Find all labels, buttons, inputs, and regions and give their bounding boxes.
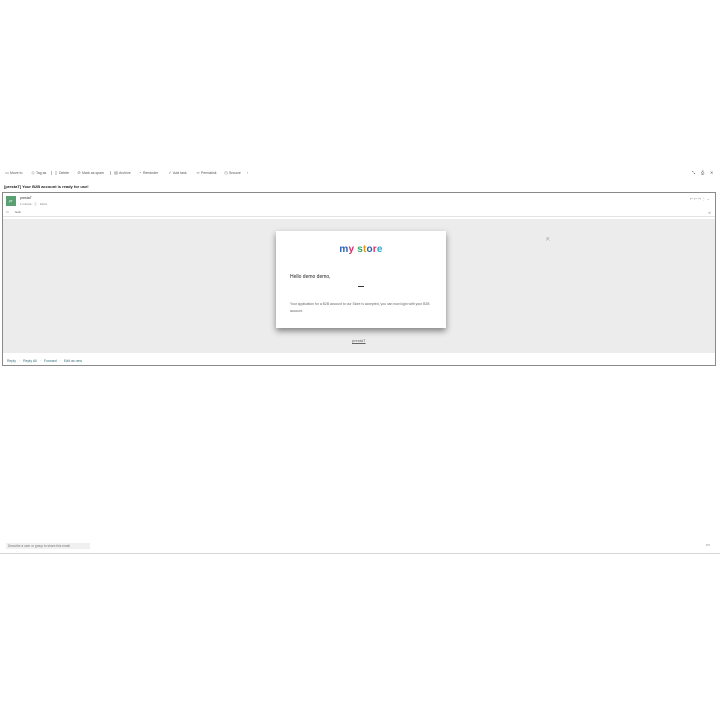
logo-letter: e bbox=[376, 244, 383, 255]
close-icon[interactable]: ✕ bbox=[710, 170, 713, 176]
separator-line bbox=[358, 286, 364, 287]
mark-as-spam-button[interactable]: ⊘Mark as spam bbox=[77, 170, 104, 176]
toolbar-divider bbox=[110, 171, 111, 175]
collapse-icon[interactable]: ⤡ bbox=[692, 170, 695, 176]
mouse-cursor-icon: ⇱ bbox=[546, 237, 551, 243]
store-logo: my store bbox=[276, 244, 446, 255]
reply-all-link[interactable]: Reply All bbox=[23, 359, 37, 363]
header-actions: ↩↩↪⋮⌄ bbox=[690, 197, 711, 201]
greeting-text: Hello demo demo, bbox=[290, 274, 331, 280]
logo-letter: m bbox=[339, 244, 349, 255]
recipient-row: ▭ hello bbox=[6, 210, 21, 214]
email-subject: [prestaT] Your B2B account is ready for … bbox=[4, 184, 89, 189]
edit-as-new-link[interactable]: Edit as new bbox=[64, 359, 82, 363]
clock-icon: ◷ bbox=[224, 170, 228, 175]
permalink-label: Permalink bbox=[201, 171, 217, 175]
reply-actions: Reply · Reply All · Forward · Edit as new bbox=[7, 359, 82, 363]
delete-label: Delete bbox=[59, 171, 70, 175]
footer-store-link[interactable]: prestaT bbox=[352, 338, 366, 343]
share-icon[interactable]: ⋖ bbox=[708, 210, 711, 215]
action-separator: · bbox=[39, 359, 41, 363]
tag-as-label: Tag as bbox=[36, 171, 47, 175]
move-to-label: Move to bbox=[10, 171, 23, 175]
spam-icon: ⊘ bbox=[77, 170, 81, 175]
email-body: my store Hello demo demo, Your applicati… bbox=[3, 219, 715, 353]
move-to-button[interactable]: ▭Move to bbox=[5, 170, 22, 176]
add-task-label: Add task bbox=[173, 171, 187, 175]
archive-label: Archive bbox=[119, 171, 131, 175]
forward-link[interactable]: Forward bbox=[44, 359, 57, 363]
snooze-label: Snooze bbox=[229, 171, 241, 175]
share-bar: Describe a user or group to share this e… bbox=[0, 541, 720, 554]
chevron-down-icon[interactable]: ⌄ bbox=[707, 197, 711, 201]
message-toolbar: ▭Move to ◇Tag as ▯ Delete ⊘Mark as spam ▤… bbox=[0, 168, 720, 178]
tag-as-button[interactable]: ◇Tag as bbox=[31, 170, 46, 176]
print-icon[interactable]: ⎙ bbox=[701, 170, 704, 176]
recipient-icon: ▭ bbox=[6, 210, 9, 214]
permalink-button[interactable]: ∞ Permalink bbox=[196, 170, 217, 176]
mark-as-spam-label: Mark as spam bbox=[82, 171, 104, 175]
checkmark-icon: ✓ bbox=[168, 170, 172, 175]
email-card: my store Hello demo demo, Your applicati… bbox=[276, 231, 446, 328]
archive-button[interactable]: ▤Archive bbox=[114, 170, 131, 176]
reminder-label: Reminder bbox=[143, 171, 159, 175]
action-separator: · bbox=[59, 359, 61, 363]
snooze-button[interactable]: ◷Snooze bbox=[224, 170, 241, 176]
avatar: pr bbox=[6, 196, 16, 206]
message-meta: 1 minute · ⓘ · Inbox bbox=[20, 202, 48, 206]
delete-button[interactable]: ▯ Delete bbox=[54, 170, 69, 176]
more-button[interactable]: › bbox=[247, 170, 248, 176]
message-text: Your application for a B2B account to ou… bbox=[290, 302, 430, 313]
add-task-button[interactable]: ✓Add task bbox=[168, 170, 187, 176]
action-separator: · bbox=[18, 359, 21, 363]
reminder-button[interactable]: ◔ Reminder bbox=[138, 170, 158, 176]
tag-icon: ◇ bbox=[31, 170, 35, 175]
more-label: › bbox=[247, 171, 249, 175]
toolbar-divider bbox=[51, 171, 52, 175]
sender-name[interactable]: prestaT bbox=[20, 196, 32, 200]
share-input[interactable]: Describe a user or group to share this e… bbox=[6, 543, 90, 549]
link-icon: ∞ bbox=[196, 170, 200, 175]
recipient-label: hello bbox=[14, 210, 22, 214]
folder-icon: ▭ bbox=[5, 170, 9, 175]
share-submit-icon[interactable]: ▭ bbox=[706, 542, 710, 548]
trash-icon: ▯ bbox=[54, 170, 58, 175]
header-divider bbox=[3, 216, 715, 217]
message-view: pr prestaT 1 minute · ⓘ · Inbox ↩↩↪⋮⌄ ▭ … bbox=[2, 192, 716, 366]
archive-icon: ▤ bbox=[114, 170, 118, 175]
reply-link[interactable]: Reply bbox=[7, 359, 16, 363]
bell-icon: ◔ bbox=[138, 170, 142, 175]
